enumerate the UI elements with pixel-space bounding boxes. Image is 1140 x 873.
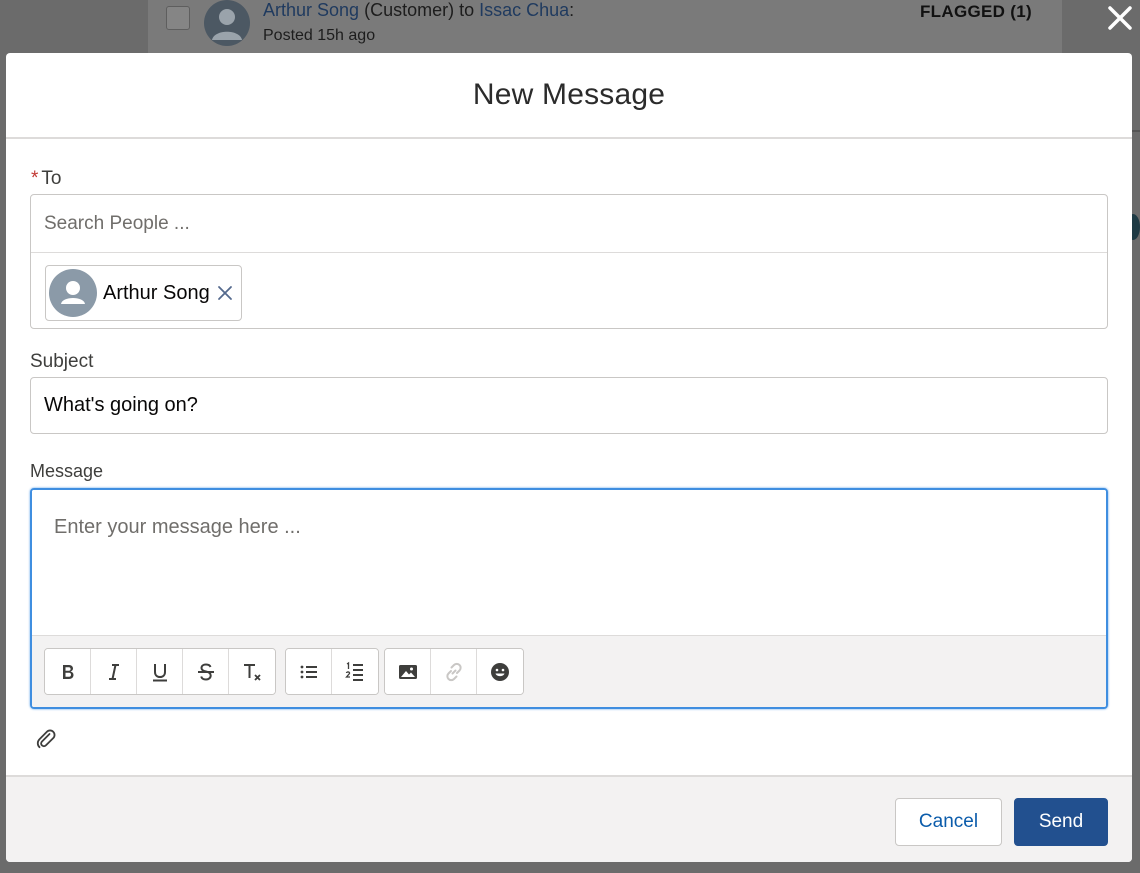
- to-label: * To: [31, 168, 61, 190]
- to-search-row: [31, 195, 1107, 253]
- subject-input[interactable]: [30, 377, 1108, 434]
- remove-recipient-icon[interactable]: [216, 284, 234, 302]
- bold-button[interactable]: [45, 649, 91, 694]
- modal-header: New Message: [6, 53, 1132, 139]
- cancel-button[interactable]: Cancel: [895, 798, 1002, 846]
- rich-text-toolbar: [32, 635, 1106, 707]
- toolbar-group-insert: [384, 648, 524, 695]
- subject-label: Subject: [30, 351, 94, 372]
- message-editor: Enter your message here ...: [30, 488, 1108, 709]
- modal-footer: Cancel Send: [6, 775, 1132, 862]
- modal-title: New Message: [472, 78, 666, 111]
- underline-button[interactable]: [137, 649, 183, 694]
- required-indicator: *: [31, 168, 39, 189]
- link-icon: [445, 662, 462, 681]
- emoji-icon: [491, 662, 509, 681]
- italic-button[interactable]: [91, 649, 137, 694]
- feed-checkbox: [166, 6, 190, 30]
- new-message-modal: New Message *To Arthur Song Subject Mess…: [6, 53, 1132, 862]
- italic-icon: [108, 663, 119, 680]
- insert-link-button[interactable]: [431, 649, 477, 694]
- clear-format-button[interactable]: [229, 649, 275, 694]
- flagged-badge: FLAGGED (1): [920, 2, 1032, 21]
- recipient-avatar: [49, 269, 97, 317]
- recipient-pill: Arthur Song: [45, 265, 242, 321]
- message-textarea[interactable]: Enter your message here ...: [32, 490, 1106, 635]
- search-people-input[interactable]: [44, 212, 1107, 235]
- message-label: Message: [30, 461, 104, 481]
- feed-colon: :: [569, 0, 575, 20]
- to-field: Arthur Song: [30, 194, 1108, 329]
- underline-icon: [152, 663, 167, 681]
- to-label-text: To: [41, 168, 62, 189]
- numbered-list-button[interactable]: [332, 649, 378, 694]
- bold-icon: [62, 664, 73, 679]
- strikethrough-icon: [197, 662, 214, 681]
- bullet-list-icon: [300, 665, 317, 678]
- feed-header: Arthur Song (Customer) to Issac Chua:: [263, 0, 574, 21]
- image-icon: [398, 664, 417, 679]
- clear-format-icon: [244, 663, 261, 681]
- numbered-list-icon: [345, 661, 363, 681]
- recipient-name: Arthur Song: [103, 281, 210, 304]
- toolbar-group-format: [44, 648, 276, 695]
- feed-avatar: [204, 0, 250, 46]
- insert-image-button[interactable]: [385, 649, 431, 694]
- feed-recipient-link: Issac Chua: [479, 0, 570, 20]
- toolbar-group-lists: [285, 648, 379, 695]
- feed-role: (Customer) to: [364, 0, 475, 20]
- send-button[interactable]: Send: [1014, 798, 1108, 846]
- insert-emoji-button[interactable]: [477, 649, 523, 694]
- feed-posted-time: Posted 15h ago: [263, 27, 376, 44]
- strikethrough-button[interactable]: [183, 649, 229, 694]
- attach-file-icon[interactable]: [34, 727, 58, 751]
- bullet-list-button[interactable]: [286, 649, 332, 694]
- background-divider: [1132, 130, 1140, 132]
- feed-author-link: Arthur Song: [263, 0, 360, 20]
- close-modal-icon[interactable]: [1102, 0, 1138, 36]
